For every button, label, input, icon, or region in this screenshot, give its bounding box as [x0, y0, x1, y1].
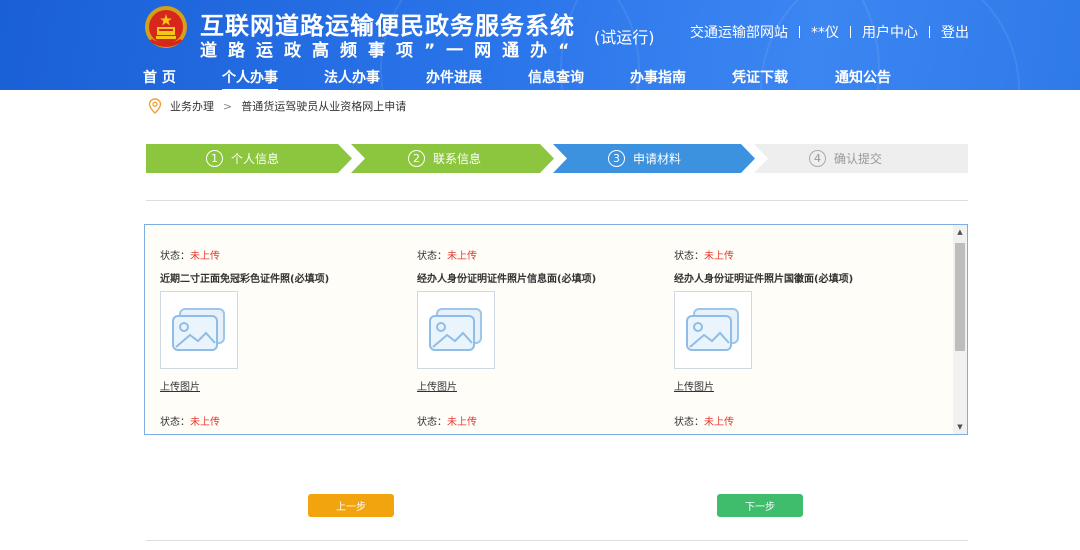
scroll-down-arrow-icon[interactable]: ▼ [953, 420, 967, 434]
step-personal-info: 1 个人信息 [146, 144, 352, 173]
nav-announcements[interactable]: 通知公告 [835, 67, 891, 87]
step-number: 2 [408, 150, 425, 167]
top-links: 交通运输部网站 **仪 用户中心 登出 [690, 22, 969, 42]
page: 互联网道路运输便民政务服务系统 道路运政高频事项”一网通办“ (试运行) 交通运… [0, 0, 1080, 550]
breadcrumb: 业务办理 > 普通货运驾驶员从业资格网上申请 [148, 98, 406, 114]
user-center-link[interactable]: 用户中心 [862, 22, 918, 42]
image-placeholder-icon [429, 308, 482, 351]
step-label: 确认提交 [834, 152, 883, 166]
nav-case-progress[interactable]: 办件进展 [426, 67, 482, 87]
separator [929, 26, 930, 38]
nav-info-query[interactable]: 信息查询 [528, 67, 584, 87]
upload-status: 状态：未上传 [160, 417, 220, 428]
upload-status: 状态：未上传 [674, 417, 734, 428]
step-confirm-submit: 4 确认提交 [754, 144, 968, 173]
divider [146, 200, 968, 201]
upload-materials-panel: 状态：未上传 近期二寸正面免冠彩色证件照(必填项) 上传图片 状态：未上传 状态… [144, 224, 968, 435]
trial-badge: (试运行) [594, 28, 655, 47]
site-header: 互联网道路运输便民政务服务系统 道路运政高频事项”一网通办“ (试运行) 交通运… [0, 0, 1080, 90]
upload-status: 状态：未上传 [417, 251, 477, 262]
upload-item-title: 近期二寸正面免冠彩色证件照(必填项) [160, 274, 330, 285]
logout-link[interactable]: 登出 [941, 22, 969, 42]
image-placeholder-icon [686, 308, 739, 351]
ministry-link[interactable]: 交通运输部网站 [690, 22, 788, 42]
upload-image-link[interactable]: 上传图片 [417, 378, 457, 393]
image-placeholder[interactable] [674, 291, 752, 369]
nav-home[interactable]: 首 页 [143, 67, 176, 87]
divider [146, 540, 968, 541]
upload-status: 状态：未上传 [674, 251, 734, 262]
image-placeholder[interactable] [417, 291, 495, 369]
image-placeholder[interactable] [160, 291, 238, 369]
upload-image-link[interactable]: 上传图片 [674, 378, 714, 393]
next-step-button[interactable]: 下一步 [717, 494, 803, 517]
image-placeholder-icon [172, 308, 225, 351]
step-label: 联系信息 [433, 152, 482, 166]
step-label: 申请材料 [633, 152, 682, 166]
upload-item-title: 经办人身份证明证件照片信息面(必填项) [417, 274, 597, 285]
upload-status: 状态：未上传 [160, 251, 220, 262]
step-application-materials: 3 申请材料 [553, 144, 755, 173]
main-nav: 首 页 个人办事 法人办事 办件进展 信息查询 办事指南 凭证下载 通知公告 [0, 64, 1080, 90]
nav-service-guide[interactable]: 办事指南 [630, 67, 686, 87]
step-number: 1 [206, 150, 223, 167]
breadcrumb-home[interactable]: 业务办理 [170, 98, 214, 114]
breadcrumb-separator: > [223, 99, 233, 113]
user-name[interactable]: **仪 [811, 22, 839, 42]
separator [799, 26, 800, 38]
upload-status: 状态：未上传 [417, 417, 477, 428]
separator [850, 26, 851, 38]
upload-item-title: 经办人身份证明证件照片国徽面(必填项) [674, 274, 854, 285]
nav-legal-person-affairs[interactable]: 法人办事 [324, 67, 380, 87]
scroll-up-arrow-icon[interactable]: ▲ [953, 225, 967, 239]
nav-certificate-download[interactable]: 凭证下载 [732, 67, 788, 87]
nav-personal-affairs[interactable]: 个人办事 [222, 67, 278, 90]
panel-scrollbar[interactable]: ▲ ▼ [953, 225, 967, 434]
location-pin-icon [148, 98, 162, 114]
step-contact-info: 2 联系信息 [351, 144, 554, 173]
national-emblem-icon [145, 6, 187, 48]
step-number: 3 [608, 150, 625, 167]
step-label: 个人信息 [231, 152, 280, 166]
upload-image-link[interactable]: 上传图片 [160, 378, 200, 393]
scrollbar-thumb[interactable] [955, 243, 965, 351]
previous-step-button[interactable]: 上一步 [308, 494, 394, 517]
step-number: 4 [809, 150, 826, 167]
breadcrumb-current: 普通货运驾驶员从业资格网上申请 [241, 100, 407, 113]
system-subtitle: 道路运政高频事项”一网通办“ [200, 41, 581, 61]
progress-steps: 1 个人信息 2 联系信息 3 申请材料 4 确认提交 [146, 144, 968, 173]
